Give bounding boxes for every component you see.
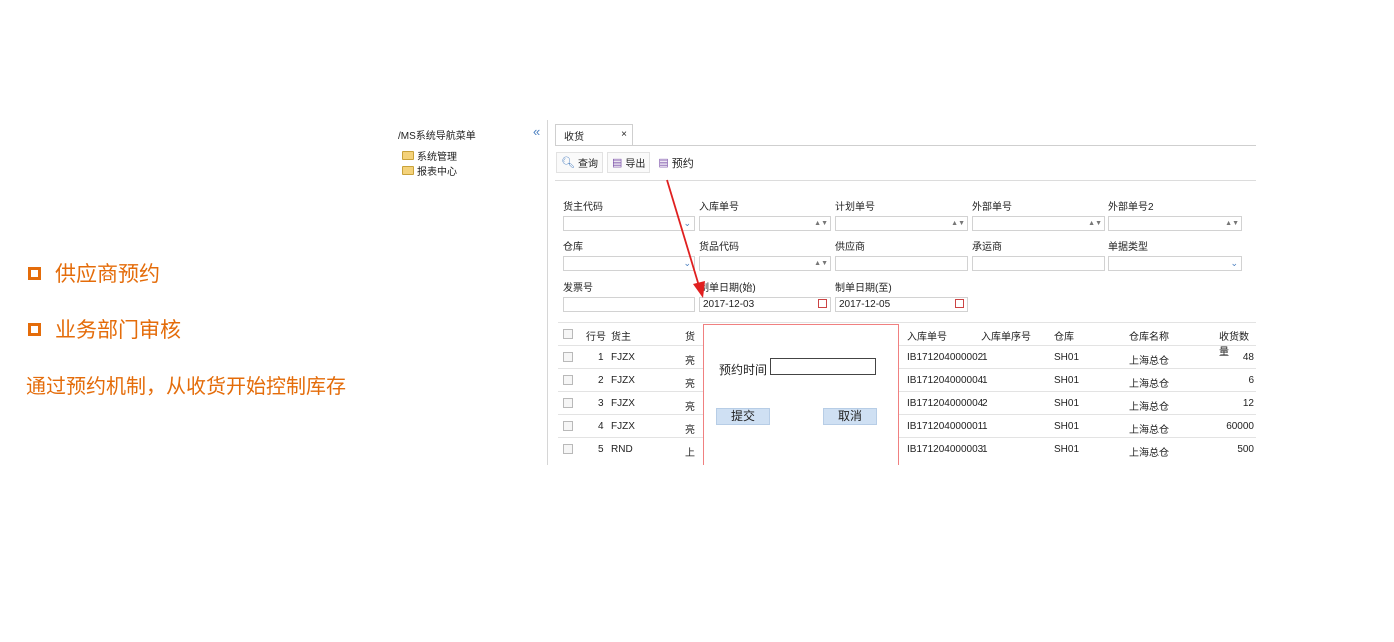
slide-description: 通过预约机制，从收货开始控制库存 [26, 374, 346, 398]
square-bullet-icon [28, 266, 41, 280]
square-bullet-icon [28, 322, 41, 336]
bullet-department-review: 业务部门审核 [28, 314, 181, 344]
bullet-text: 业务部门审核 [55, 318, 181, 342]
annotation-arrow [666, 179, 705, 298]
wms-screenshot: /MS系统导航菜单 « 系统管理 报表中心 收货 × 🔍︎ 查询 ▤ 导出 ▤ … [390, 120, 1256, 465]
bullet-supplier-reservation: 供应商预约 [28, 258, 160, 288]
bullet-text: 供应商预约 [55, 262, 160, 286]
